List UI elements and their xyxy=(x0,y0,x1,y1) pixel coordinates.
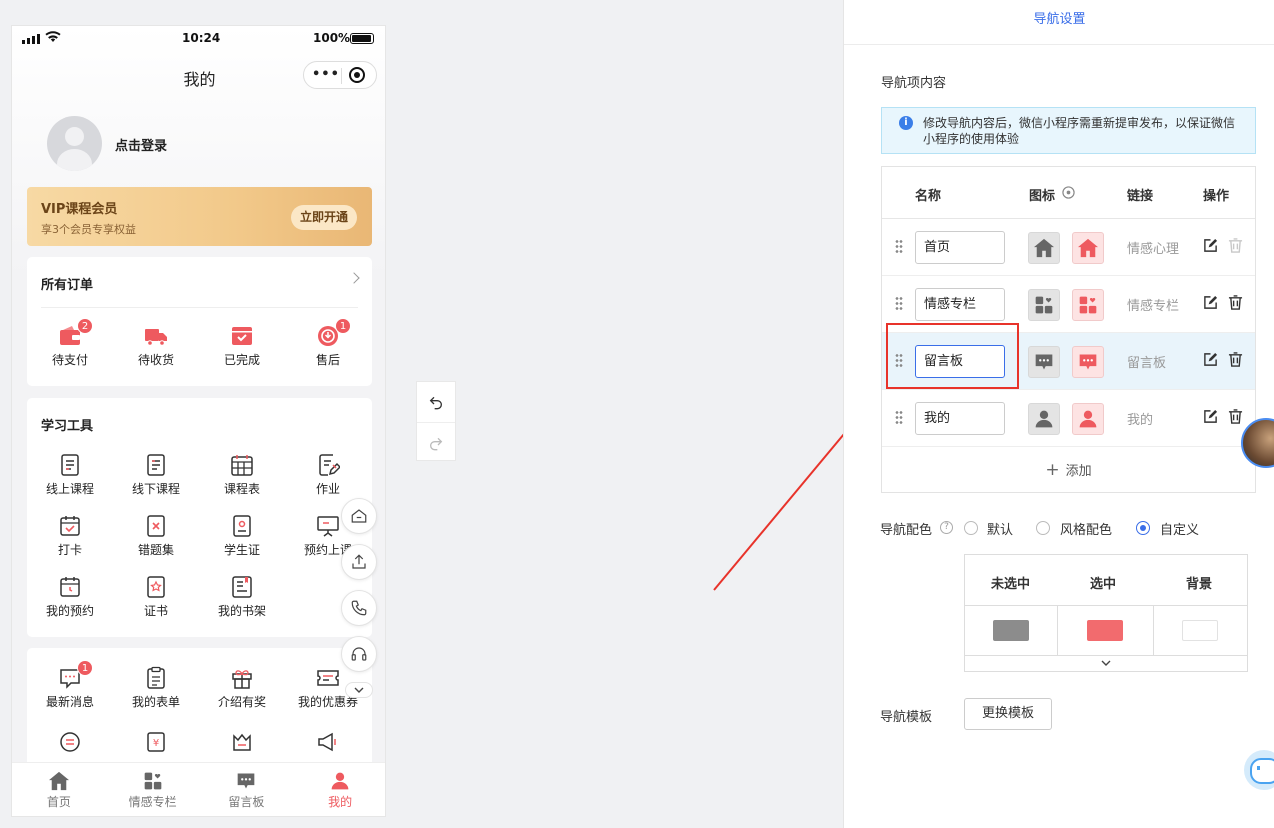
color-table: 未选中 选中 背景 xyxy=(964,554,1248,672)
nav-icon-unselected[interactable] xyxy=(1028,289,1060,321)
delete-icon[interactable] xyxy=(1228,295,1243,310)
nav-color-label: 导航配色 xyxy=(880,523,933,538)
nav-name-input[interactable]: 首页 xyxy=(915,231,1005,264)
color-table-expand[interactable] xyxy=(965,655,1247,671)
col-link: 链接 xyxy=(1127,189,1154,204)
nav-content-label: 导航项内容 xyxy=(881,76,947,91)
nav-row-home: 首页 情感心理 xyxy=(882,219,1255,276)
col-name: 名称 xyxy=(915,189,942,204)
edit-icon[interactable] xyxy=(1203,295,1218,310)
home-icon xyxy=(1034,238,1054,258)
category-icon xyxy=(1079,296,1097,314)
col-action: 操作 xyxy=(1203,189,1230,204)
plus-icon: + xyxy=(1045,460,1060,480)
selected-color-swatch[interactable] xyxy=(1087,620,1123,641)
nav-link[interactable]: 情感心理 xyxy=(1127,238,1187,257)
radio-default[interactable] xyxy=(964,521,978,535)
edit-icon[interactable] xyxy=(1203,238,1218,253)
drag-handle-icon[interactable] xyxy=(895,296,903,310)
nav-icon-unselected[interactable] xyxy=(1028,403,1060,435)
background-color-swatch[interactable] xyxy=(1182,620,1218,641)
nav-settings-panel: 导航设置 导航项内容 i 修改导航内容后，微信小程序需重新提审发布，以保证微信小… xyxy=(843,0,1274,828)
chat-icon xyxy=(1079,354,1097,370)
settings-small-icon[interactable] xyxy=(1062,186,1075,199)
home-icon xyxy=(1078,238,1098,258)
annotation-highlight-box xyxy=(886,323,1019,389)
edit-icon[interactable] xyxy=(1203,409,1218,424)
nav-icon-selected[interactable] xyxy=(1072,403,1104,435)
chevron-down-icon xyxy=(1101,660,1111,666)
drag-handle-icon[interactable] xyxy=(895,410,903,424)
nav-link[interactable]: 情感专栏 xyxy=(1127,295,1187,314)
nav-icon-selected[interactable] xyxy=(1072,232,1104,264)
help-icon[interactable]: ? xyxy=(940,521,953,534)
info-icon: i xyxy=(899,116,913,130)
chat-icon xyxy=(1035,354,1053,370)
delete-icon[interactable] xyxy=(1228,409,1243,424)
unselected-color-swatch[interactable] xyxy=(993,620,1029,641)
nav-row-mine: 我的 我的 xyxy=(882,390,1255,447)
nav-template-label: 导航模板 xyxy=(880,710,933,725)
delete-icon-disabled xyxy=(1228,238,1243,253)
user-icon xyxy=(1035,410,1053,428)
nav-icon-selected[interactable] xyxy=(1072,346,1104,378)
nav-link[interactable]: 我的 xyxy=(1127,409,1187,428)
nav-link[interactable]: 留言板 xyxy=(1127,352,1187,371)
delete-icon[interactable] xyxy=(1228,352,1243,367)
panel-title[interactable]: 导航设置 xyxy=(844,0,1274,45)
info-notice: i 修改导航内容后，微信小程序需重新提审发布，以保证微信小程序的使用体验 xyxy=(881,107,1256,154)
nav-icon-unselected[interactable] xyxy=(1028,346,1060,378)
radio-default-label[interactable]: 默认 xyxy=(987,519,1013,538)
col-background: 背景 xyxy=(1186,577,1213,592)
radio-style-color[interactable] xyxy=(1036,521,1050,535)
drag-handle-icon[interactable] xyxy=(895,239,903,253)
category-icon xyxy=(1035,296,1053,314)
nav-icon-unselected[interactable] xyxy=(1028,232,1060,264)
nav-table-header: 名称 图标 链接 操作 xyxy=(882,167,1255,219)
nav-icon-selected[interactable] xyxy=(1072,289,1104,321)
radio-custom-label[interactable]: 自定义 xyxy=(1160,519,1199,538)
change-template-button[interactable]: 更换模板 xyxy=(964,698,1052,730)
edit-icon[interactable] xyxy=(1203,352,1218,367)
color-table-header: 未选中 选中 背景 xyxy=(965,555,1247,606)
nav-name-input[interactable]: 情感专栏 xyxy=(915,288,1005,321)
radio-style-color-label[interactable]: 风格配色 xyxy=(1060,519,1112,538)
add-nav-item-button[interactable]: + 添加 xyxy=(882,448,1255,492)
col-selected: 选中 xyxy=(1090,577,1117,592)
user-icon xyxy=(1079,410,1097,428)
radio-custom[interactable] xyxy=(1136,521,1150,535)
col-icon: 图标 xyxy=(1029,189,1056,204)
col-unselected: 未选中 xyxy=(991,577,1031,592)
nav-name-input[interactable]: 我的 xyxy=(915,402,1005,435)
